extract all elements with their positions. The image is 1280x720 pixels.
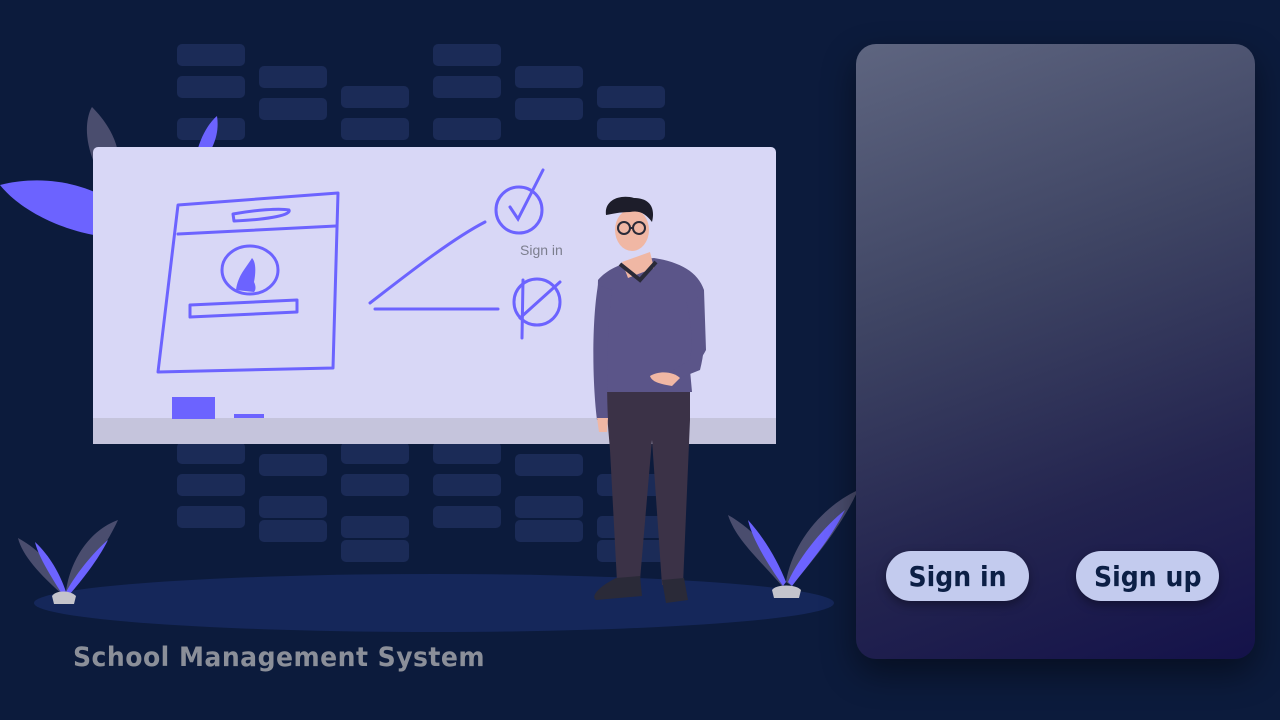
floor-shadow	[34, 574, 834, 632]
plant-right	[728, 490, 858, 598]
eraser	[172, 397, 215, 419]
sign-in-button[interactable]: Sign in	[886, 551, 1029, 601]
app-title: School Management System	[73, 642, 486, 673]
app-screen: Sign in School Management System Sign in…	[0, 0, 1280, 720]
sign-up-button[interactable]: Sign up	[1076, 551, 1219, 601]
sign-in-button-label: Sign in	[908, 559, 1007, 593]
hero-illustration: Sign in	[0, 44, 858, 632]
whiteboard-caption: Sign in	[520, 242, 563, 258]
marker	[234, 414, 264, 418]
sign-up-button-label: Sign up	[1093, 559, 1202, 593]
